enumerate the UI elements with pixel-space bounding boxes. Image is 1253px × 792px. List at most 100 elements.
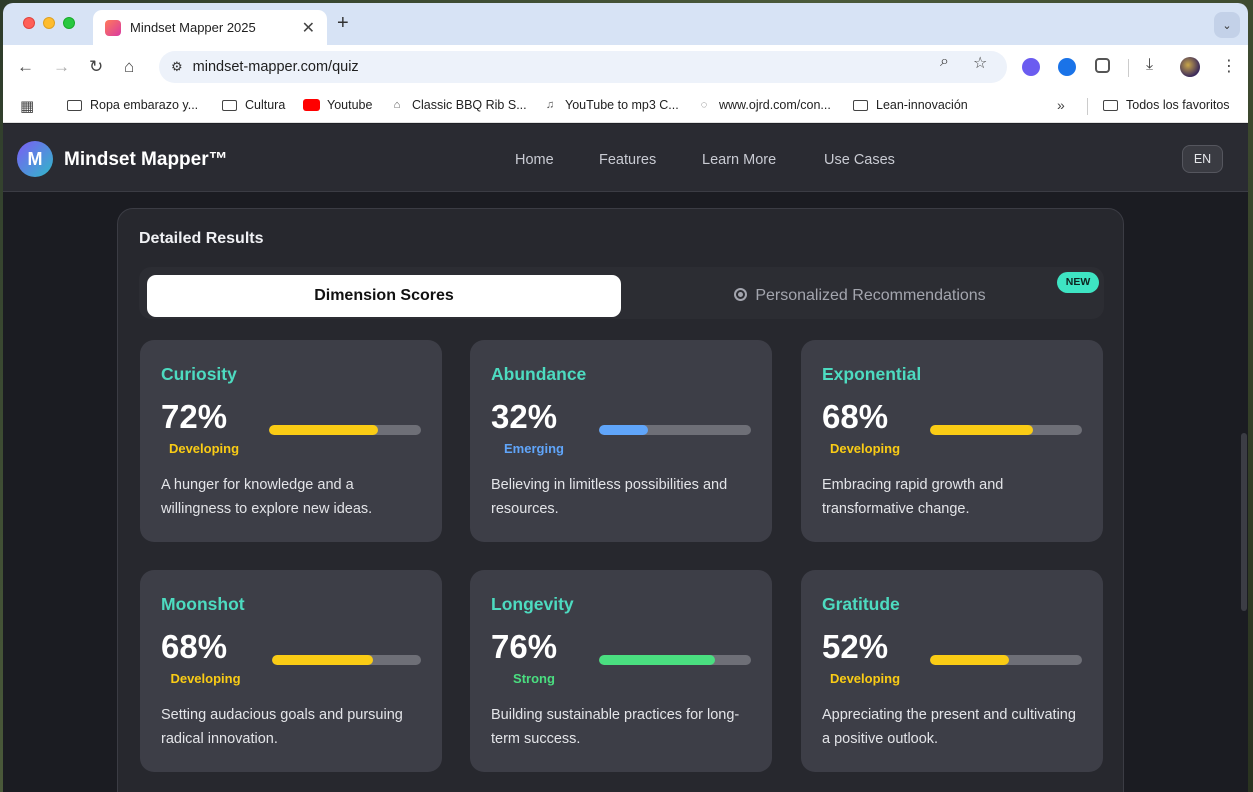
- star-icon[interactable]: ☆: [973, 53, 987, 73]
- all-bookmarks-item[interactable]: Todos los favoritos: [1103, 98, 1230, 112]
- score-bar-fill: [930, 655, 1010, 665]
- forward-icon[interactable]: →: [53, 57, 70, 77]
- mp3-icon: ♫: [545, 99, 555, 111]
- score-card: Longevity 76% Strong Building sustainabl…: [470, 570, 772, 772]
- site-header: M Mindset Mapper™ Home Features Learn Mo…: [3, 124, 1248, 192]
- bookmark-label: Classic BBQ Rib S...: [412, 98, 527, 112]
- chevron-down-icon[interactable]: ⌄: [1214, 12, 1240, 38]
- results-tabs: Dimension Scores Personalized Recommenda…: [139, 267, 1104, 319]
- bookmark-item[interactable]: ⌂ Classic BBQ Rib S...: [390, 98, 527, 112]
- dimension-name: Longevity: [491, 594, 574, 614]
- site-info-icon[interactable]: ⚙: [171, 59, 183, 75]
- kebab-menu-icon[interactable]: ⋮: [1221, 56, 1237, 76]
- url-text[interactable]: mindset-mapper.com/quiz: [193, 59, 359, 75]
- reload-icon[interactable]: ↻: [89, 57, 103, 77]
- score-bar-track: [930, 425, 1082, 435]
- dimension-description: A hunger for knowledge and a willingness…: [161, 477, 373, 517]
- score-card: Curiosity 72% Developing A hunger for kn…: [140, 340, 442, 542]
- nav-home[interactable]: Home: [515, 152, 554, 168]
- apps-grid-icon[interactable]: ▦: [20, 97, 34, 115]
- dimension-level: Developing: [829, 671, 901, 686]
- new-tab-button[interactable]: +: [337, 12, 349, 35]
- logo-icon[interactable]: M: [17, 141, 53, 177]
- tab-strip: Mindset Mapper 2025 ✕ + ⌄: [3, 3, 1248, 45]
- dimension-level: Developing: [170, 671, 241, 686]
- minimize-window-button[interactable]: [43, 17, 55, 29]
- panel-title: Detailed Results: [139, 230, 264, 247]
- score-bar-fill: [599, 425, 648, 435]
- bookmark-item[interactable]: Cultura: [222, 98, 285, 112]
- maximize-window-button[interactable]: [63, 17, 75, 29]
- bookmark-label: Todos los favoritos: [1126, 98, 1230, 112]
- page-content: M Mindset Mapper™ Home Features Learn Mo…: [3, 124, 1248, 792]
- dimension-level: Developing: [168, 441, 240, 456]
- score-bar-track: [599, 655, 751, 665]
- nav-use-cases[interactable]: Use Cases: [824, 152, 895, 168]
- address-bar[interactable]: ⚙ mindset-mapper.com/quiz: [159, 51, 1007, 83]
- bookmark-item[interactable]: ♫ YouTube to mp3 C...: [543, 98, 679, 112]
- score-bar-track: [930, 655, 1082, 665]
- bookmark-label: Youtube: [327, 98, 373, 112]
- bookmark-label: Cultura: [245, 98, 286, 112]
- score-card: Exponential 68% Developing Embracing rap…: [801, 340, 1103, 542]
- download-icon[interactable]: ⤓: [1146, 56, 1153, 74]
- dimension-level: Developing: [829, 441, 901, 456]
- browser-tab[interactable]: Mindset Mapper 2025 ✕: [93, 10, 327, 45]
- score-bar-track: [272, 655, 421, 665]
- target-icon: [734, 288, 748, 301]
- puzzle-icon[interactable]: [1095, 58, 1110, 73]
- language-button[interactable]: EN: [1182, 145, 1223, 173]
- score-card: Abundance 32% Emerging Believing in limi…: [470, 340, 772, 542]
- scrollbar-thumb[interactable]: [1241, 433, 1247, 611]
- score-bar-fill: [269, 425, 379, 435]
- bookmark-item[interactable]: Youtube: [303, 98, 372, 112]
- profile-avatar[interactable]: [1180, 57, 1200, 77]
- dimension-description: Setting audacious goals and pursuing rad…: [161, 707, 403, 747]
- dimension-score: 68%: [822, 398, 889, 435]
- dimension-score: 68%: [161, 628, 228, 665]
- score-bar-track: [269, 425, 421, 435]
- loading-icon: ◌: [700, 99, 708, 111]
- toolbar-divider: [1128, 59, 1129, 77]
- folder-icon: [853, 99, 868, 111]
- bookmarks-overflow-button[interactable]: »: [1057, 97, 1065, 113]
- bookmark-label: www.ojrd.com/con...: [719, 98, 831, 112]
- bookmark-item[interactable]: Ropa embarazo y...: [67, 98, 198, 112]
- folder-icon: [222, 99, 237, 111]
- dimension-score: 76%: [491, 628, 558, 665]
- dimension-name: Moonshot: [161, 594, 245, 614]
- tab-dimension-scores[interactable]: Dimension Scores: [147, 275, 621, 317]
- dimension-level: Strong: [513, 671, 555, 686]
- bookmark-item[interactable]: Lean-innovación: [853, 98, 968, 112]
- browser-toolbar: ← → ↻ ⌂ ⚙ mindset-mapper.com/quiz ⌕ ☆ ⤓ …: [3, 45, 1248, 89]
- zoom-icon[interactable]: ⌕: [940, 53, 949, 71]
- score-card: Gratitude 52% Developing Appreciating th…: [801, 570, 1103, 772]
- score-bar-fill: [930, 425, 1034, 435]
- tab-label: Personalized Recommendations: [755, 287, 986, 304]
- bookmarks-divider: [1087, 98, 1088, 115]
- score-bar-fill: [599, 655, 715, 665]
- close-icon[interactable]: ✕: [302, 18, 315, 38]
- nav-learn-more[interactable]: Learn More: [702, 152, 776, 168]
- dimension-name: Abundance: [491, 364, 587, 384]
- bookmark-label: Lean-innovación: [876, 98, 968, 112]
- dimension-score: 32%: [491, 398, 558, 435]
- extension-icon[interactable]: [1022, 58, 1040, 76]
- tab-recommendations[interactable]: Personalized Recommendations: [623, 275, 1097, 317]
- bookmark-label: YouTube to mp3 C...: [565, 98, 679, 112]
- new-badge: NEW: [1057, 272, 1099, 293]
- dimension-description: Appreciating the present and cultivating…: [822, 707, 1076, 747]
- tab-title: Mindset Mapper 2025: [130, 20, 256, 35]
- back-icon[interactable]: ←: [17, 57, 34, 77]
- nav-features[interactable]: Features: [599, 152, 656, 168]
- home-icon[interactable]: ⌂: [124, 57, 134, 77]
- extension-icon[interactable]: [1058, 58, 1076, 76]
- dimension-name: Exponential: [822, 364, 922, 384]
- score-card: Moonshot 68% Developing Setting audaciou…: [140, 570, 442, 772]
- bookmarks-bar: ▦ Ropa embarazo y... Cultura Youtube ⌂ C…: [3, 89, 1248, 123]
- logo-text[interactable]: Mindset Mapper™: [64, 149, 228, 171]
- bookmark-item[interactable]: ◌ www.ojrd.com/con...: [697, 98, 831, 112]
- close-window-button[interactable]: [23, 17, 35, 29]
- bookmark-label: Ropa embarazo y...: [90, 98, 199, 112]
- score-bar-fill: [272, 655, 374, 665]
